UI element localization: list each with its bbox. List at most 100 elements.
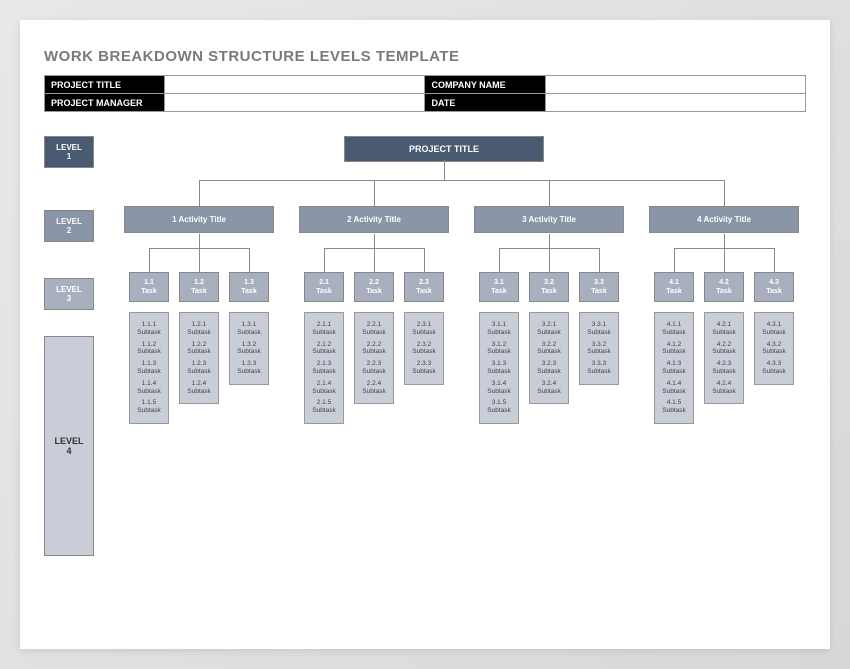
level-1-label: LEVEL 1 [44,136,94,168]
subtask-item: 1.1.3Subtask [131,360,167,376]
connector [199,180,724,181]
connector [199,180,200,206]
task-box: 3.1Task [479,272,519,302]
connector [374,234,375,248]
subtask-column: 3.2.1Subtask 3.2.2Subtask 3.2.3Subtask 3.2.… [529,312,569,404]
wbs-diagram: LEVEL 1 LEVEL 2 LEVEL 3 LEVEL 4 PROJECT … [44,136,806,616]
task-box: 2.2Task [354,272,394,302]
subtask-item: 4.1.3Subtask [656,360,692,376]
connector [549,248,550,272]
subtask-item: 2.1.5Subtask [306,399,342,415]
subtask-item: 1.3.1Subtask [231,321,267,337]
subtask-item: 4.1.1Subtask [656,321,692,337]
subtask-item: 2.1.3Subtask [306,360,342,376]
connector [774,248,775,272]
subtask-item: 2.2.4Subtask [356,380,392,396]
subtask-item: 3.1.5Subtask [481,399,517,415]
subtask-item: 4.1.2Subtask [656,341,692,357]
task-box: 1.3Task [229,272,269,302]
label-date: DATE [425,94,545,112]
subtask-item: 2.1.4Subtask [306,380,342,396]
connector [324,248,325,272]
value-company-name[interactable] [545,76,805,94]
subtask-item: 4.2.2Subtask [706,341,742,357]
subtask-column: 4.3.1Subtask4.3.2Subtask4.3.3Subtask [754,312,794,385]
task-box: 3.2Task [529,272,569,302]
subtask-item: 4.2.4Subtask [706,380,742,396]
subtask-item: 2.2.3Subtask [356,360,392,376]
subtask-item: 2.1.1Subtask [306,321,342,337]
subtask-item: 3.1.4Subtask [481,380,517,396]
connector [149,248,150,272]
label-company-name: COMPANY NAME [425,76,545,94]
level-3-label: LEVEL 3 [44,278,94,310]
connector [444,160,445,180]
level-2-label: LEVEL 2 [44,210,94,242]
activity-box: 2 Activity Title [299,206,449,233]
connector [724,180,725,206]
info-table: PROJECT TITLE COMPANY NAME PROJECT MANAG… [44,75,806,112]
subtask-item: 1.2.3Subtask [181,360,217,376]
subtask-item: 2.3.1Subtask [406,321,442,337]
value-project-title[interactable] [165,76,425,94]
subtask-item: 2.3.2Subtask [406,341,442,357]
subtask-item: 3.2.2Subtask [531,341,567,357]
connector [549,180,550,206]
task-box: 3.3Task [579,272,619,302]
subtask-column: 1.3.1Subtask1.3.2Subtask1.3.3Subtask [229,312,269,385]
subtask-item: 1.2.1Subtask [181,321,217,337]
subtask-column: 3.1.1Subtask 3.1.2Subtask 3.1.3Subtask 3.1.… [479,312,519,424]
subtask-item: 3.3.3Subtask [581,360,617,376]
subtask-column: 1.2.1Subtask 1.2.2Subtask 1.2.3Subtask 1.2.… [179,312,219,404]
subtask-item: 1.1.5Subtask [131,399,167,415]
page-title: WORK BREAKDOWN STRUCTURE LEVELS TEMPLATE [44,48,806,65]
value-date[interactable] [545,94,805,112]
subtask-item: 3.2.1Subtask [531,321,567,337]
subtask-item: 3.1.3Subtask [481,360,517,376]
subtask-item: 4.3.3Subtask [756,360,792,376]
subtask-item: 3.1.2Subtask [481,341,517,357]
subtask-column: 2.3.1Subtask 2.3.2Subtask 2.3.3Subtask [404,312,444,385]
subtask-item: 4.2.1Subtask [706,321,742,337]
connector [374,180,375,206]
subtask-column: 3.3.1Subtask3.3.2Subtask3.3.3Subtask [579,312,619,385]
subtask-item: 1.1.4Subtask [131,380,167,396]
subtask-item: 2.2.2Subtask [356,341,392,357]
activity-box: 1 Activity Title [124,206,274,233]
document-page: WORK BREAKDOWN STRUCTURE LEVELS TEMPLATE… [20,20,830,649]
connector [674,248,675,272]
activity-box: 4 Activity Title [649,206,799,233]
connector [724,248,725,272]
subtask-item: 2.3.3Subtask [406,360,442,376]
subtask-item: 3.2.3Subtask [531,360,567,376]
subtask-item: 4.1.4Subtask [656,380,692,396]
task-box: 1.1Task [129,272,169,302]
subtask-column: 4.2.1Subtask 4.2.2Subtask 4.2.3Subtask 4.2.… [704,312,744,404]
connector [199,248,200,272]
task-box: 4.2Task [704,272,744,302]
connector [549,234,550,248]
connector [424,248,425,272]
activity-box: 3 Activity Title [474,206,624,233]
subtask-item: 1.2.4Subtask [181,380,217,396]
connector [724,234,725,248]
task-box: 4.3Task [754,272,794,302]
subtask-column: 1.1.1Subtask1.1.2Subtask1.1.3Subtask1.1.… [129,312,169,424]
subtask-item: 3.1.1Subtask [481,321,517,337]
subtask-item: 1.2.2Subtask [181,341,217,357]
label-project-manager: PROJECT MANAGER [45,94,165,112]
connector [199,234,200,248]
subtask-column: 2.2.1Subtask2.2.2Subtask2.2.3Subtask2.2.… [354,312,394,404]
level-4-label: LEVEL 4 [44,336,94,556]
task-box: 1.2Task [179,272,219,302]
subtask-item: 4.3.1Subtask [756,321,792,337]
connector [499,248,500,272]
subtask-item: 2.1.2Subtask [306,341,342,357]
label-project-title: PROJECT TITLE [45,76,165,94]
task-box: 4.1Task [654,272,694,302]
subtask-item: 3.2.4Subtask [531,380,567,396]
subtask-item: 1.1.2Subtask [131,341,167,357]
subtask-item: 4.2.3Subtask [706,360,742,376]
value-project-manager[interactable] [165,94,425,112]
connector [599,248,600,272]
